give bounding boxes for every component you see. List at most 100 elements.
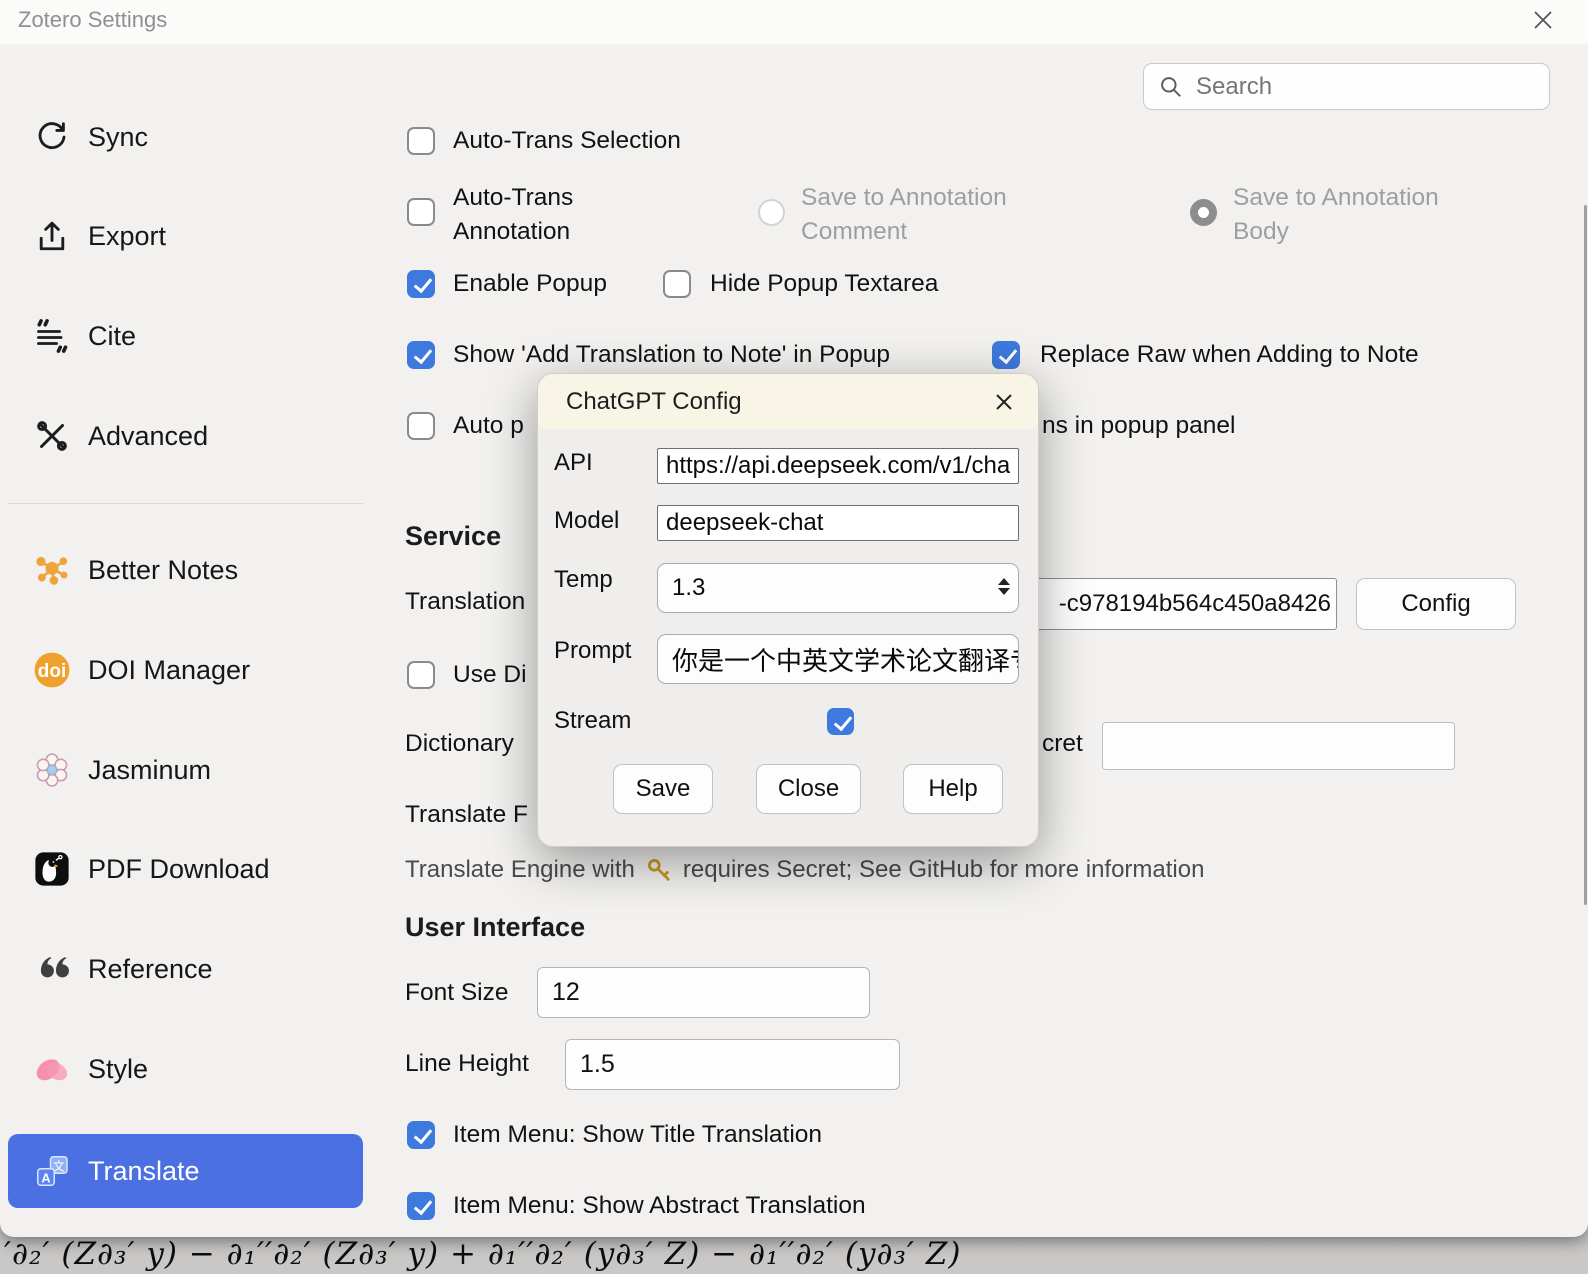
reference-icon bbox=[32, 949, 72, 989]
dictionary-secret-input[interactable] bbox=[1102, 722, 1455, 770]
sidebar-item-label: DOI Manager bbox=[88, 655, 250, 686]
font-size-input[interactable] bbox=[537, 967, 870, 1018]
temp-input[interactable]: 1.3 bbox=[657, 563, 1019, 613]
item-menu-abstract-checkbox[interactable] bbox=[407, 1192, 435, 1220]
sidebar-item-better-notes[interactable]: Better Notes bbox=[8, 533, 363, 607]
sidebar-item-sync[interactable]: Sync bbox=[8, 100, 363, 174]
auto-trans-selection-checkbox[interactable] bbox=[407, 127, 435, 155]
export-icon bbox=[32, 216, 72, 256]
sidebar-item-label: Cite bbox=[88, 321, 136, 352]
auto-trans-selection-label: Auto-Trans Selection bbox=[453, 127, 681, 155]
use-dictionary-label-fragment: Use Di bbox=[453, 661, 527, 689]
style-icon bbox=[32, 1049, 72, 1089]
save-to-annotation-comment-label: Save to Annotation Comment bbox=[801, 181, 1061, 249]
engine-note-suffix: requires Secret; See GitHub for more inf… bbox=[683, 856, 1205, 884]
sidebar-item-label: Sync bbox=[88, 122, 148, 153]
search-icon bbox=[1158, 74, 1184, 100]
auto-trans-annotation-checkbox[interactable] bbox=[407, 198, 435, 226]
scrollbar[interactable] bbox=[1584, 205, 1587, 905]
dictionary-label: Dictionary bbox=[405, 730, 514, 758]
prompt-input[interactable]: 你是一个中英文学术论文翻译专家 bbox=[657, 634, 1019, 684]
doi-icon: doi bbox=[32, 650, 72, 690]
auto-play-label-left: Auto p bbox=[453, 412, 524, 440]
close-button[interactable]: Close bbox=[756, 764, 861, 814]
save-to-annotation-body-radio[interactable] bbox=[1190, 199, 1217, 226]
user-interface-section-header: User Interface bbox=[405, 912, 585, 943]
translate-icon: 文 A bbox=[32, 1151, 72, 1191]
pdf-download-icon bbox=[32, 849, 72, 889]
auto-play-label-right: ns in popup panel bbox=[1042, 412, 1235, 440]
api-label: API bbox=[554, 449, 593, 477]
engine-note: Translate Engine with requires Secret; S… bbox=[405, 856, 1204, 884]
sidebar-item-label: Translate bbox=[88, 1156, 200, 1187]
sidebar-item-label: Style bbox=[88, 1054, 148, 1085]
key-icon bbox=[645, 856, 673, 884]
help-button[interactable]: Help bbox=[903, 764, 1003, 814]
enable-popup-label: Enable Popup bbox=[453, 270, 607, 298]
svg-text:A: A bbox=[41, 1170, 50, 1185]
sidebar-item-reference[interactable]: Reference bbox=[8, 932, 363, 1006]
sidebar-item-advanced[interactable]: Advanced bbox=[8, 399, 363, 473]
sidebar-item-export[interactable]: Export bbox=[8, 199, 363, 273]
translate-forms-label-fragment: Translate F bbox=[405, 801, 528, 829]
search-input[interactable] bbox=[1194, 72, 1535, 102]
temp-value: 1.3 bbox=[672, 574, 705, 602]
window-close-icon[interactable] bbox=[1529, 6, 1557, 39]
item-menu-abstract-label: Item Menu: Show Abstract Translation bbox=[453, 1192, 866, 1220]
sidebar-item-pdf-download[interactable]: PDF Download bbox=[8, 832, 363, 906]
sidebar-item-label: Export bbox=[88, 221, 166, 252]
show-add-translation-checkbox[interactable] bbox=[407, 341, 435, 369]
api-input[interactable] bbox=[657, 448, 1019, 484]
window-titlebar bbox=[0, 0, 1588, 44]
item-menu-title-label: Item Menu: Show Title Translation bbox=[453, 1121, 822, 1149]
better-notes-icon bbox=[32, 550, 72, 590]
sidebar-item-jasminum[interactable]: Jasminum bbox=[8, 733, 363, 807]
sidebar-item-label: PDF Download bbox=[88, 854, 270, 885]
stream-checkbox[interactable] bbox=[827, 708, 854, 735]
sidebar-item-doi-manager[interactable]: doi DOI Manager bbox=[8, 633, 363, 707]
hide-popup-textarea-checkbox[interactable] bbox=[663, 270, 691, 298]
sync-icon bbox=[32, 117, 72, 157]
window-title: Zotero Settings bbox=[18, 7, 167, 33]
show-add-translation-label: Show 'Add Translation to Note' in Popup bbox=[453, 341, 890, 369]
save-to-annotation-body-label: Save to Annotation Body bbox=[1233, 181, 1493, 249]
auto-trans-annotation-label: Auto-Trans Annotation bbox=[453, 181, 673, 249]
sidebar-item-style[interactable]: Style bbox=[8, 1032, 363, 1106]
prompt-value: 你是一个中英文学术论文翻译专家 bbox=[672, 641, 1019, 678]
replace-raw-label: Replace Raw when Adding to Note bbox=[1040, 341, 1419, 369]
svg-text:doi: doi bbox=[38, 661, 67, 682]
model-label: Model bbox=[554, 507, 619, 535]
font-size-label: Font Size bbox=[405, 979, 509, 1007]
translation-label: Translation bbox=[405, 588, 525, 616]
stream-label: Stream bbox=[554, 707, 631, 735]
engine-note-prefix: Translate Engine with bbox=[405, 856, 635, 884]
replace-raw-checkbox[interactable] bbox=[992, 341, 1020, 369]
enable-popup-checkbox[interactable] bbox=[407, 270, 435, 298]
dialog-close-icon[interactable] bbox=[990, 388, 1018, 421]
sidebar-item-cite[interactable]: Cite bbox=[8, 299, 363, 373]
use-dictionary-checkbox[interactable] bbox=[407, 661, 435, 689]
temp-stepper[interactable] bbox=[998, 578, 1010, 595]
service-section-header: Service bbox=[405, 521, 501, 552]
secret-label-fragment: cret bbox=[1042, 730, 1083, 758]
dialog-title: ChatGPT Config bbox=[566, 388, 742, 416]
background-formula: ′∂₂′ (Z∂₃′ y) − ∂₁′′∂₂′ (Z∂₃′ y) + ∂₁′′∂… bbox=[4, 1236, 961, 1272]
sidebar-separator bbox=[8, 503, 363, 504]
temp-label: Temp bbox=[554, 566, 613, 594]
model-input[interactable] bbox=[657, 505, 1019, 541]
auto-play-checkbox[interactable] bbox=[407, 412, 435, 440]
chatgpt-config-dialog: ChatGPT Config API Model Temp 1.3 Prompt… bbox=[537, 373, 1039, 847]
save-to-annotation-comment-radio[interactable] bbox=[758, 199, 785, 226]
sidebar-item-label: Advanced bbox=[88, 421, 208, 452]
search-box[interactable] bbox=[1143, 63, 1550, 110]
screen: ′∂₂′ (Z∂₃′ y) − ∂₁′′∂₂′ (Z∂₃′ y) + ∂₁′′∂… bbox=[0, 0, 1588, 1274]
hide-popup-textarea-label: Hide Popup Textarea bbox=[710, 270, 938, 298]
sidebar-item-translate[interactable]: 文 A Translate bbox=[8, 1134, 363, 1208]
save-button[interactable]: Save bbox=[613, 764, 713, 814]
config-button[interactable]: Config bbox=[1356, 578, 1516, 630]
item-menu-title-checkbox[interactable] bbox=[407, 1121, 435, 1149]
cite-icon bbox=[32, 316, 72, 356]
line-height-input[interactable] bbox=[565, 1039, 900, 1090]
jasminum-icon bbox=[32, 750, 72, 790]
sidebar-item-label: Better Notes bbox=[88, 555, 238, 586]
